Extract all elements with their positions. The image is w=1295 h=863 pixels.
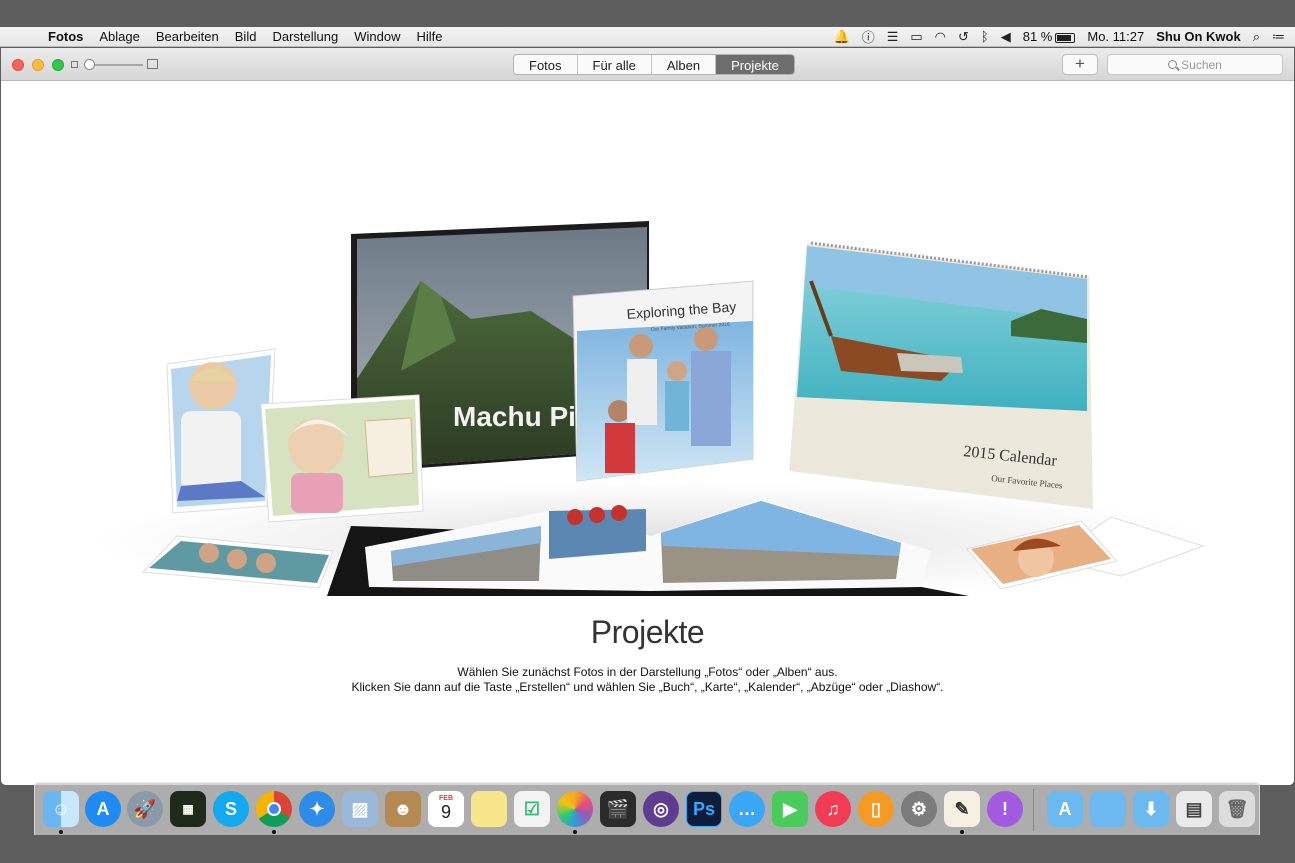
menu-bild[interactable]: Bild <box>227 29 265 44</box>
mission-control-icon[interactable]: ▦ <box>170 791 206 827</box>
applications-folder-icon[interactable]: A <box>1047 791 1083 827</box>
dock-separator <box>1033 789 1034 831</box>
spotlight-search-icon[interactable]: ⌕ <box>1253 29 1260 45</box>
notification-center-icon[interactable]: ≔ <box>1272 29 1285 45</box>
add-button[interactable]: + <box>1062 54 1098 75</box>
book-title: Machu Pi <box>453 401 576 432</box>
greeting-card <box>166 348 276 514</box>
desk-calendar: 2015 Calendar Our Favorite Places <box>789 241 1093 509</box>
zoom-slider[interactable] <box>71 58 161 72</box>
photos-icon[interactable] <box>557 791 593 827</box>
app-store-icon[interactable]: A <box>85 791 121 827</box>
feedback-assistant-icon[interactable]: ! <box>987 791 1023 827</box>
minimize-button[interactable] <box>32 59 44 71</box>
small-thumbnail-icon <box>71 61 78 68</box>
textedit-running-indicator <box>960 830 964 834</box>
projects-illustration: Machu Pi 2015 Calendar Our Favorite Plac… <box>91 221 1211 601</box>
battery-icon <box>1055 32 1076 43</box>
itunes-icon[interactable]: ♫ <box>815 791 851 827</box>
fullscreen-button[interactable] <box>52 59 64 71</box>
calendar-icon-month: FEB <box>439 795 453 802</box>
search-placeholder: Suchen <box>1181 57 1222 72</box>
airplay-icon[interactable]: ▭ <box>910 29 922 45</box>
finder-icon[interactable]: ☺ <box>43 791 79 827</box>
finder-running-indicator <box>59 830 63 834</box>
close-button[interactable] <box>12 59 24 71</box>
menu-bar: Fotos Ablage Bearbeiten Bild Darstellung… <box>0 27 1295 47</box>
instruction-line-1: Wählen Sie zunächst Fotos in der Darstel… <box>457 665 838 679</box>
photoshop-icon[interactable]: Ps <box>686 791 722 827</box>
tab-fuer-alle[interactable]: Für alle <box>578 55 652 74</box>
search-icon <box>1168 60 1178 69</box>
window-toolbar: Fotos Für alle Alben Projekte + Suchen <box>1 48 1294 81</box>
menu-app-name[interactable]: Fotos <box>48 29 91 44</box>
textedit-icon[interactable]: ✎ <box>944 791 980 827</box>
notes-icon[interactable] <box>471 791 507 827</box>
large-thumbnail-icon <box>147 59 158 69</box>
final-cut-pro-icon[interactable]: 🎬 <box>600 791 636 827</box>
calendar-icon[interactable]: FEB 9 <box>428 791 464 827</box>
preview-icon[interactable]: ▨ <box>342 791 378 827</box>
tab-alben[interactable]: Alben <box>652 55 717 74</box>
chrome-icon[interactable] <box>256 791 292 827</box>
menu-darstellung[interactable]: Darstellung <box>264 29 346 44</box>
tab-fotos[interactable]: Fotos <box>514 55 578 74</box>
motion-icon[interactable]: ◎ <box>643 791 679 827</box>
ibooks-icon[interactable]: ▯ <box>858 791 894 827</box>
reminders-icon[interactable]: ☑ <box>514 791 550 827</box>
dock: ☺ A 🚀 ▦ S ✦ ▨ ☻ FEB 9 ☑ 🎬 ◎ Ps … ▶ ♫ ▯ ⚙ … <box>34 782 1260 835</box>
system-preferences-icon[interactable]: ⚙ <box>901 791 937 827</box>
baby-card <box>260 394 424 523</box>
contacts-icon[interactable]: ☻ <box>385 791 421 827</box>
projects-content: Machu Pi 2015 Calendar Our Favorite Plac… <box>1 81 1294 785</box>
battery-percent: 81 % <box>1022 29 1053 44</box>
softcover-book: Exploring the Bay Our Family Vacation, S… <box>572 280 754 482</box>
menu-hilfe[interactable]: Hilfe <box>408 29 450 44</box>
clock[interactable]: Mo. 11:27 <box>1087 29 1144 44</box>
bluetooth-icon[interactable]: ᛒ <box>981 29 989 44</box>
onepassword-icon[interactable]: ⓘ <box>862 27 875 46</box>
user-name[interactable]: Shu On Kwok <box>1156 29 1241 44</box>
photos-running-indicator <box>573 830 577 834</box>
chrome-running-indicator <box>272 830 276 834</box>
search-field[interactable]: Suchen <box>1107 54 1283 75</box>
launchpad-icon[interactable]: 🚀 <box>127 791 163 827</box>
zoom-knob[interactable] <box>84 59 95 70</box>
trash-icon[interactable]: 🗑 <box>1219 791 1255 827</box>
battery-status[interactable]: 81 % <box>1023 29 1076 44</box>
wifi-icon[interactable]: ◠ <box>935 29 946 45</box>
time-machine-icon[interactable]: ↺ <box>958 29 969 45</box>
menu-bearbeiten[interactable]: Bearbeiten <box>148 29 227 44</box>
page-title: Projekte <box>590 614 705 650</box>
skype-icon[interactable]: S <box>213 791 249 827</box>
minimized-window-icon[interactable]: ▤ <box>1176 791 1212 827</box>
instruction-line-2: Klicken Sie dann auf die Taste „Erstelle… <box>351 680 944 694</box>
bars-icon[interactable]: ☰ <box>887 29 899 45</box>
calendar-icon-day: 9 <box>440 802 451 822</box>
documents-folder-icon[interactable] <box>1090 791 1126 827</box>
safari-icon[interactable]: ✦ <box>299 791 335 827</box>
menu-window[interactable]: Window <box>346 29 408 44</box>
volume-icon[interactable]: ◀ <box>1001 29 1011 45</box>
facetime-icon[interactable]: ▶ <box>772 791 808 827</box>
downloads-folder-icon[interactable]: ⬇ <box>1133 791 1169 827</box>
photos-window: Fotos Für alle Alben Projekte + Suchen M… <box>1 48 1294 785</box>
tab-projekte[interactable]: Projekte <box>716 55 794 74</box>
notification-bell-icon[interactable]: 🔔 <box>834 29 850 45</box>
menu-ablage[interactable]: Ablage <box>91 29 147 44</box>
view-segmented-control: Fotos Für alle Alben Projekte <box>513 54 795 75</box>
messages-icon[interactable]: … <box>729 791 765 827</box>
